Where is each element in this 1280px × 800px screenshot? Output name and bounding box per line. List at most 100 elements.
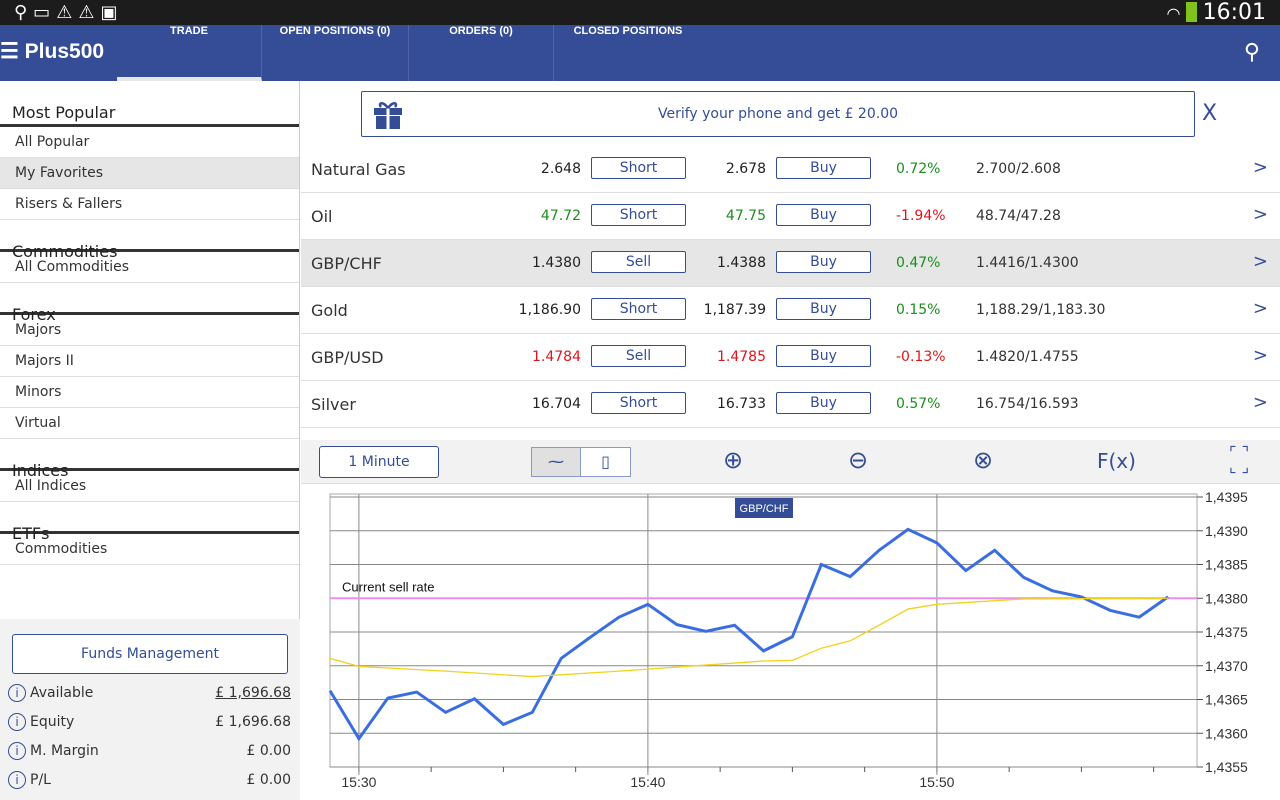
battery-icon	[1185, 2, 1197, 22]
sell-price: 1.4380	[532, 255, 581, 271]
top-nav: ☰ Plus500 TRADE OPEN POSITIONS (0) ORDER…	[0, 25, 1280, 81]
buy-price: 2.678	[725, 161, 766, 177]
buy-price: 1,187.39	[703, 302, 766, 318]
clock: 16:01	[1202, 0, 1266, 25]
buy-button[interactable]: Buy	[776, 204, 871, 226]
y-tick-label: 1,4385	[1205, 557, 1248, 573]
sell-rate-label: Current sell rate	[342, 579, 434, 594]
instrument-name: GBP/CHF	[311, 254, 382, 273]
interval-button[interactable]: 1 Minute	[319, 446, 439, 478]
y-tick-label: 1,4365	[1205, 692, 1248, 708]
instrument-row[interactable]: Silver 16.704 Short 16.733 Buy 0.57% 16.…	[301, 381, 1280, 428]
available-value[interactable]: £ 1,696.68	[215, 685, 291, 701]
instrument-row[interactable]: GBP/USD 1.4784 Sell 1.4785 Buy -0.13% 1.…	[301, 334, 1280, 381]
sidebar-section-title: Forex	[0, 283, 299, 324]
wifi-icon: ◠	[1166, 4, 1186, 23]
sell-button[interactable]: Short	[591, 204, 686, 226]
line-chart-icon[interactable]: ⁓	[531, 447, 581, 477]
sell-price: 47.72	[540, 208, 581, 224]
sidebar-item[interactable]: Minors	[0, 377, 299, 408]
info-icon[interactable]: i	[8, 713, 26, 731]
candlestick-icon[interactable]: ▯	[580, 447, 631, 477]
sidebar-item[interactable]: All Indices	[0, 471, 299, 502]
sidebar-item[interactable]: Virtual	[0, 408, 299, 439]
info-icon[interactable]: i	[8, 742, 26, 760]
function-button[interactable]: F(x)	[1097, 449, 1136, 473]
sidebar-item[interactable]: My Favorites	[0, 158, 299, 189]
instrument-row[interactable]: Gold 1,186.90 Short 1,187.39 Buy 0.15% 1…	[301, 287, 1280, 334]
funds-management-button[interactable]: Funds Management	[12, 634, 288, 674]
change-percent: 0.15%	[896, 302, 941, 318]
chevron-right-icon[interactable]: >	[1253, 298, 1268, 319]
funds-row-available: i Available £ 1,696.68	[8, 684, 291, 704]
chevron-right-icon[interactable]: >	[1253, 345, 1268, 366]
sell-button[interactable]: Short	[591, 157, 686, 179]
y-tick-label: 1,4380	[1205, 590, 1248, 606]
buy-button[interactable]: Buy	[776, 298, 871, 320]
high-low: 2.700/2.608	[976, 161, 1061, 177]
x-tick-label: 15:30	[341, 774, 376, 790]
chevron-right-icon[interactable]: >	[1253, 392, 1268, 413]
high-low: 1.4416/1.4300	[976, 255, 1079, 271]
chevron-right-icon[interactable]: >	[1253, 251, 1268, 272]
status-bar: ⚲▭⚠⚠▣ ◠ 16:01	[0, 0, 1280, 25]
change-percent: 0.47%	[896, 255, 941, 271]
y-tick-label: 1,4390	[1205, 523, 1248, 539]
sidebar-item[interactable]: All Commodities	[0, 252, 299, 283]
tab-trade[interactable]: TRADE	[117, 25, 262, 81]
tab-orders[interactable]: ORDERS (0)	[409, 25, 554, 81]
high-low: 1,188.29/1,183.30	[976, 302, 1106, 318]
menu-icon[interactable]: ☰	[0, 40, 19, 63]
change-percent: -0.13%	[896, 349, 946, 365]
buy-button[interactable]: Buy	[776, 392, 871, 414]
sidebar-section-title: Most Popular	[0, 81, 299, 127]
buy-button[interactable]: Buy	[776, 251, 871, 273]
info-icon[interactable]: i	[8, 771, 26, 789]
sell-price: 16.704	[532, 396, 581, 412]
sell-button[interactable]: Short	[591, 392, 686, 414]
change-percent: -1.94%	[896, 208, 946, 224]
x-tick-label: 15:50	[919, 774, 954, 790]
sidebar-section-title: Indices	[0, 439, 299, 480]
instrument-name: Gold	[311, 301, 348, 320]
instrument-name: Natural Gas	[311, 160, 406, 179]
buy-price: 1.4785	[717, 349, 766, 365]
close-banner-button[interactable]: X	[1202, 101, 1217, 126]
sidebar-item[interactable]: Risers & Fallers	[0, 189, 299, 220]
instrument-name: Silver	[311, 395, 356, 414]
zoom-out-icon[interactable]: ⊖	[848, 446, 868, 474]
sidebar-item[interactable]: Majors	[0, 315, 299, 346]
search-icon[interactable]: ⚲	[1244, 40, 1260, 65]
high-low: 1.4820/1.4755	[976, 349, 1079, 365]
buy-button[interactable]: Buy	[776, 345, 871, 367]
instrument-row[interactable]: Natural Gas 2.648 Short 2.678 Buy 0.72% …	[301, 146, 1280, 193]
x-tick-label: 15:40	[630, 774, 665, 790]
sell-button[interactable]: Sell	[591, 345, 686, 367]
zoom-reset-icon[interactable]: ⊗	[973, 446, 993, 474]
y-tick-label: 1,4360	[1205, 725, 1248, 741]
tab-closed-positions[interactable]: CLOSED POSITIONS	[554, 25, 702, 81]
sidebar-section-title: ETFs	[0, 502, 299, 543]
expand-icon[interactable]: ⌜ ⌝ ⌞ ⌟	[1229, 445, 1249, 475]
funds-row-pl: i P/L £ 0.00	[8, 771, 291, 791]
sell-button[interactable]: Short	[591, 298, 686, 320]
buy-price: 47.75	[725, 208, 766, 224]
tab-open-positions[interactable]: OPEN POSITIONS (0)	[262, 25, 409, 81]
chevron-right-icon[interactable]: >	[1253, 157, 1268, 178]
sidebar-item[interactable]: All Popular	[0, 127, 299, 158]
logo[interactable]: ☰ Plus500	[0, 39, 104, 64]
sell-price: 1,186.90	[518, 302, 581, 318]
verify-phone-banner[interactable]: Verify your phone and get £ 20.00	[361, 91, 1195, 137]
sidebar-item[interactable]: Majors II	[0, 346, 299, 377]
info-icon[interactable]: i	[8, 684, 26, 702]
chevron-right-icon[interactable]: >	[1253, 204, 1268, 225]
buy-button[interactable]: Buy	[776, 157, 871, 179]
y-tick-label: 1,4370	[1205, 658, 1248, 674]
zoom-in-icon[interactable]: ⊕	[723, 446, 743, 474]
instrument-row[interactable]: GBP/CHF 1.4380 Sell 1.4388 Buy 0.47% 1.4…	[301, 240, 1280, 287]
price-chart[interactable]: 1,4395 1,4390 1,4385 1,4380 1,4375 1,4370 1,43…	[301, 485, 1280, 800]
sidebar-item[interactable]: Commodities	[0, 534, 299, 565]
high-low: 16.754/16.593	[976, 396, 1079, 412]
sell-button[interactable]: Sell	[591, 251, 686, 273]
instrument-row[interactable]: Oil 47.72 Short 47.75 Buy -1.94% 48.74/4…	[301, 193, 1280, 240]
